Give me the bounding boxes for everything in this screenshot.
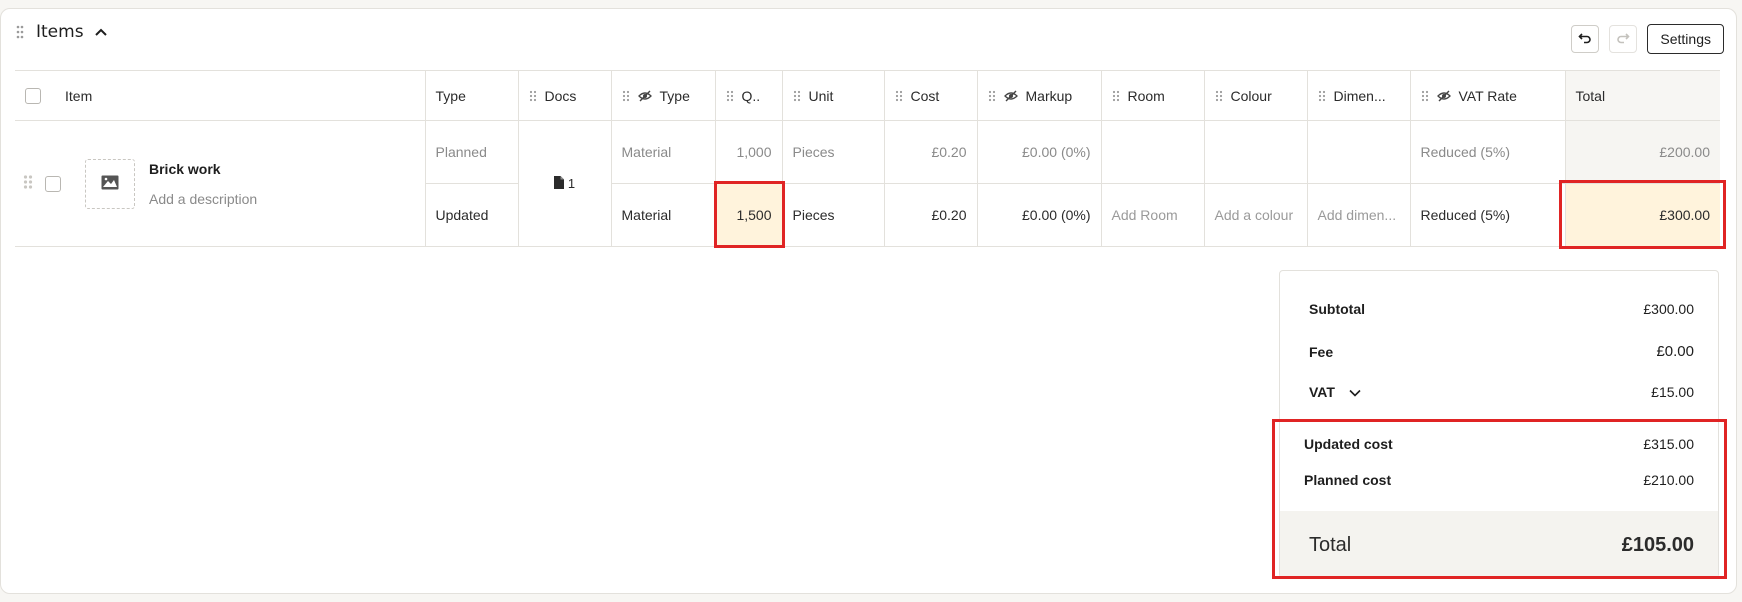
column-header-room[interactable]: Room [1101,70,1205,121]
column-label: Type [435,87,466,104]
updated-cost-input[interactable]: £0.20 [884,183,978,247]
planned-colour [1204,120,1308,184]
drag-handle-icon[interactable] [793,90,801,102]
highlight-box-total [1559,180,1726,249]
planned-type: Material [611,120,716,184]
updated-type[interactable]: Material [611,183,716,247]
highlight-box-summary [1272,419,1727,579]
subtotal-label: Subtotal [1309,301,1365,317]
eye-off-icon[interactable] [1003,90,1018,102]
planned-room [1101,120,1205,184]
column-label: Item [65,87,93,104]
highlight-box-qty [714,181,785,248]
column-label: Cost [910,87,940,104]
column-label: Total [1575,87,1606,104]
updated-vat-rate[interactable]: Reduced (5%) [1410,183,1566,247]
column-header-total[interactable]: Total [1565,70,1720,121]
fee-row: Fee £0.00 [1309,343,1694,360]
drag-handle-icon[interactable] [1318,90,1326,102]
vat-toggle[interactable]: VAT [1309,384,1361,400]
item-cell[interactable]: Brick work Add a description [15,120,426,247]
column-label: Q.. [741,87,761,104]
column-label: Markup [1025,87,1073,104]
planned-cost: £0.20 [884,120,978,184]
planned-total: £200.00 [1565,120,1720,184]
document-icon [553,175,564,192]
section-header: Items [16,22,108,42]
undo-icon [1578,30,1592,49]
dimensions-input[interactable]: Add dimen... [1307,183,1411,247]
column-label: Room [1127,87,1165,104]
undo-button[interactable] [1571,25,1600,53]
redo-button[interactable] [1609,25,1638,53]
docs-cell[interactable]: 1 [518,120,612,247]
eye-off-icon[interactable] [637,90,652,102]
column-label: Docs [544,87,577,104]
stage-planned: Planned [425,120,519,184]
column-label: Unit [808,87,834,104]
select-all-checkbox[interactable] [25,87,41,104]
items-table: Item Type Docs Type Q.. Unit Cost Markup… [15,70,1720,247]
fee-value[interactable]: £0.00 [1656,343,1694,360]
column-header-qty[interactable]: Q.. [715,70,783,121]
table-row-planned: Brick work Add a description Planned 1 M… [15,120,1720,247]
image-icon [101,175,119,193]
planned-unit: Pieces [782,120,885,184]
room-input[interactable]: Add Room [1101,183,1205,247]
column-header-docs[interactable]: Docs [518,70,612,121]
drag-handle-icon[interactable] [895,90,903,102]
column-header-vat-rate[interactable]: VAT Rate [1410,70,1566,121]
planned-vat-rate: Reduced (5%) [1410,120,1566,184]
column-header-stage[interactable]: Type [425,70,519,121]
settings-button[interactable]: Settings [1647,24,1724,54]
row-checkbox[interactable] [45,175,61,192]
column-label: Dimen... [1333,87,1386,104]
toolbar: Settings [1571,24,1724,54]
docs-count: 1 [567,176,576,191]
updated-unit[interactable]: Pieces [782,183,885,247]
fee-label: Fee [1309,343,1334,360]
updated-markup-input[interactable]: £0.00 (0%) [977,183,1102,247]
chevron-down-icon[interactable] [1349,384,1361,400]
column-header-cost[interactable]: Cost [884,70,978,121]
stage-updated: Updated [425,183,519,247]
column-label: Colour [1230,87,1272,104]
item-image-placeholder[interactable] [85,158,135,209]
column-header-dimensions[interactable]: Dimen... [1307,70,1411,121]
drag-handle-icon[interactable] [726,90,734,102]
column-header-markup[interactable]: Markup [977,70,1102,121]
drag-handle-icon[interactable] [529,90,537,102]
column-header-colour[interactable]: Colour [1204,70,1308,121]
item-name[interactable]: Brick work [149,161,257,177]
planned-dimensions [1307,120,1411,184]
vat-label: VAT [1309,384,1335,400]
drag-handle-icon[interactable] [1112,90,1120,102]
drag-handle-icon[interactable] [23,174,35,193]
table-header-row: Item Type Docs Type Q.. Unit Cost Markup… [15,70,1720,121]
column-label: VAT Rate [1458,87,1517,104]
drag-handle-icon[interactable] [1421,90,1429,102]
colour-input[interactable]: Add a colour [1204,183,1308,247]
column-header-unit[interactable]: Unit [782,70,885,121]
planned-qty: 1,000 [715,120,783,184]
vat-row: VAT £15.00 [1309,384,1694,400]
column-label: Type [659,87,690,104]
planned-markup: £0.00 (0%) [977,120,1102,184]
column-header-item[interactable]: Item [15,70,426,121]
drag-handle-icon[interactable] [16,25,26,39]
chevron-up-icon[interactable] [94,27,108,37]
drag-handle-icon[interactable] [1215,90,1223,102]
eye-off-icon[interactable] [1436,90,1451,102]
subtotal-value: £300.00 [1643,301,1694,317]
drag-handle-icon[interactable] [988,90,996,102]
section-title: Items [36,22,84,42]
item-description-input[interactable]: Add a description [149,191,257,207]
vat-value: £15.00 [1651,384,1694,400]
subtotal-row: Subtotal £300.00 [1309,301,1694,317]
drag-handle-icon[interactable] [622,90,630,102]
redo-icon [1616,30,1631,49]
column-header-type[interactable]: Type [611,70,716,121]
